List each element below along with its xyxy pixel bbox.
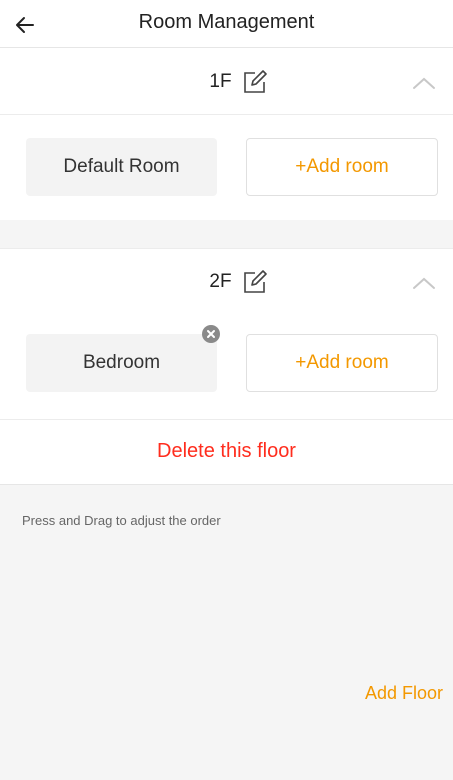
edit-icon[interactable] — [242, 269, 268, 295]
rooms-1f: Default Room +Add room — [0, 116, 453, 222]
room-chip-bedroom[interactable]: Bedroom — [26, 325, 220, 392]
chevron-up-icon[interactable] — [411, 75, 437, 91]
remove-room-button[interactable] — [202, 325, 220, 343]
page-title: Room Management — [138, 11, 315, 33]
add-room-button[interactable]: +Add room — [246, 138, 438, 196]
floor-name: 1F — [209, 71, 232, 92]
rooms-2f: Bedroom +Add room — [0, 312, 453, 418]
add-room-button[interactable]: +Add room — [246, 334, 438, 392]
delete-floor-button[interactable]: Delete this floor — [0, 419, 453, 483]
room-management-screen: Room Management 1F Default Room +Add roo… — [0, 0, 453, 780]
room-chip-default-room[interactable]: Default Room — [26, 138, 217, 196]
floor-title-group: 2F — [0, 249, 453, 315]
bottom-panel: Press and Drag to adjust the order Add F… — [0, 484, 453, 780]
add-floor-button[interactable]: Add Floor — [365, 683, 443, 704]
section-gap — [0, 220, 453, 248]
drag-hint: Press and Drag to adjust the order — [22, 513, 221, 528]
floor-name: 2F — [209, 271, 232, 292]
room-name: Bedroom — [82, 352, 161, 373]
chevron-up-icon[interactable] — [411, 275, 437, 291]
app-header: Room Management — [0, 0, 453, 48]
floor-header-1f: 1F — [0, 49, 453, 115]
edit-icon[interactable] — [242, 69, 268, 95]
floor-header-2f: 2F — [0, 248, 453, 314]
floor-title-group: 1F — [0, 49, 453, 115]
close-icon — [207, 330, 215, 338]
room-name: Default Room — [63, 156, 180, 177]
